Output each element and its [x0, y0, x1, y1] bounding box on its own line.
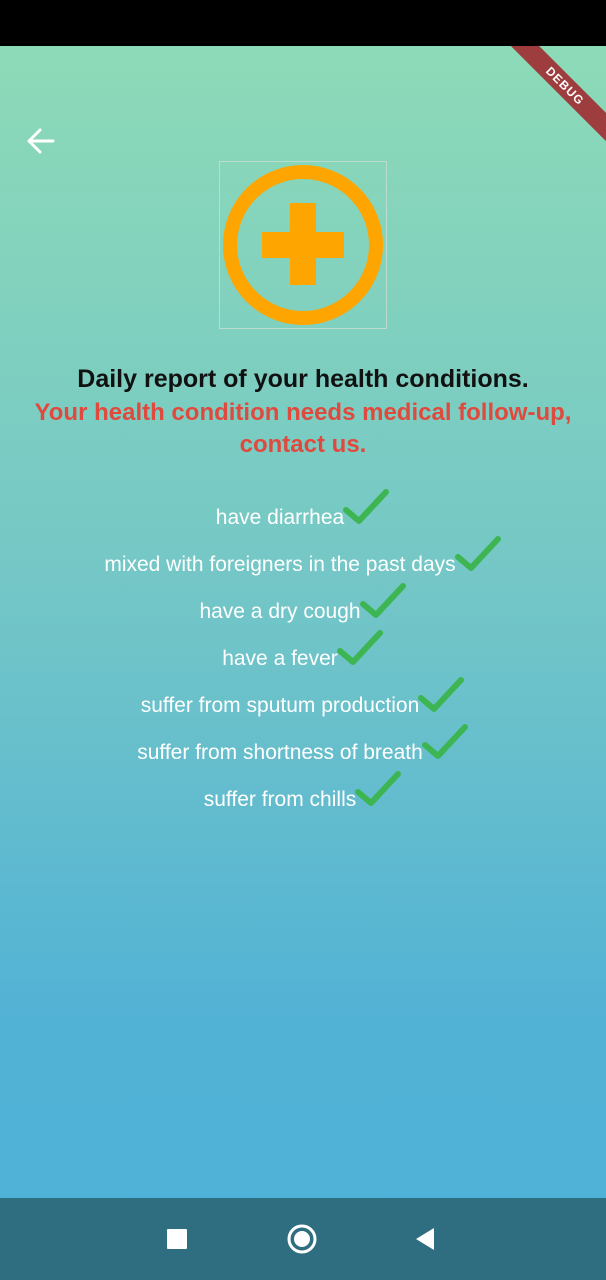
debug-label: DEBUG — [504, 46, 606, 147]
triangle-back-icon — [416, 1228, 434, 1250]
symptom-label: have a dry cough — [199, 600, 361, 623]
symptom-list: have diarrhea mixed with foreigners in t… — [0, 483, 606, 812]
symptom-item: mixed with foreigners in the past days — [0, 530, 606, 577]
status-bar — [0, 0, 606, 46]
system-back-button[interactable] — [408, 1222, 442, 1256]
home-button[interactable] — [285, 1222, 319, 1256]
arrow-left-icon — [27, 128, 55, 154]
symptom-item: have a fever — [0, 624, 606, 671]
symptom-label: have a fever — [222, 647, 338, 670]
check-icon — [454, 536, 501, 571]
back-button[interactable] — [22, 122, 60, 160]
check-icon — [421, 724, 468, 759]
debug-banner: DEBUG — [496, 46, 606, 156]
symptom-label: have diarrhea — [215, 506, 345, 529]
symptom-item: have a dry cough — [0, 577, 606, 624]
recents-button[interactable] — [160, 1222, 194, 1256]
symptom-label: suffer from chills — [203, 788, 357, 811]
check-icon — [359, 583, 406, 618]
symptom-item: suffer from sputum production — [0, 671, 606, 718]
medical-alert: Your health condition needs medical foll… — [34, 399, 572, 458]
symptom-label: suffer from sputum production — [140, 694, 420, 717]
plus-circle-icon — [223, 165, 383, 325]
system-nav-bar — [0, 1198, 606, 1280]
symptom-item: suffer from shortness of breath — [0, 718, 606, 765]
check-icon — [343, 489, 390, 524]
report-title: Daily report of your health conditions. — [77, 365, 529, 393]
check-icon — [336, 630, 383, 665]
circle-icon — [287, 1224, 317, 1254]
symptom-label: suffer from shortness of breath — [137, 741, 423, 764]
symptom-label: mixed with foreigners in the past days — [104, 553, 456, 576]
symptom-item: suffer from chills — [0, 765, 606, 812]
check-icon — [355, 771, 402, 806]
app-logo — [219, 161, 387, 329]
square-icon — [167, 1229, 187, 1249]
symptom-item: have diarrhea — [0, 483, 606, 530]
check-icon — [418, 677, 465, 712]
